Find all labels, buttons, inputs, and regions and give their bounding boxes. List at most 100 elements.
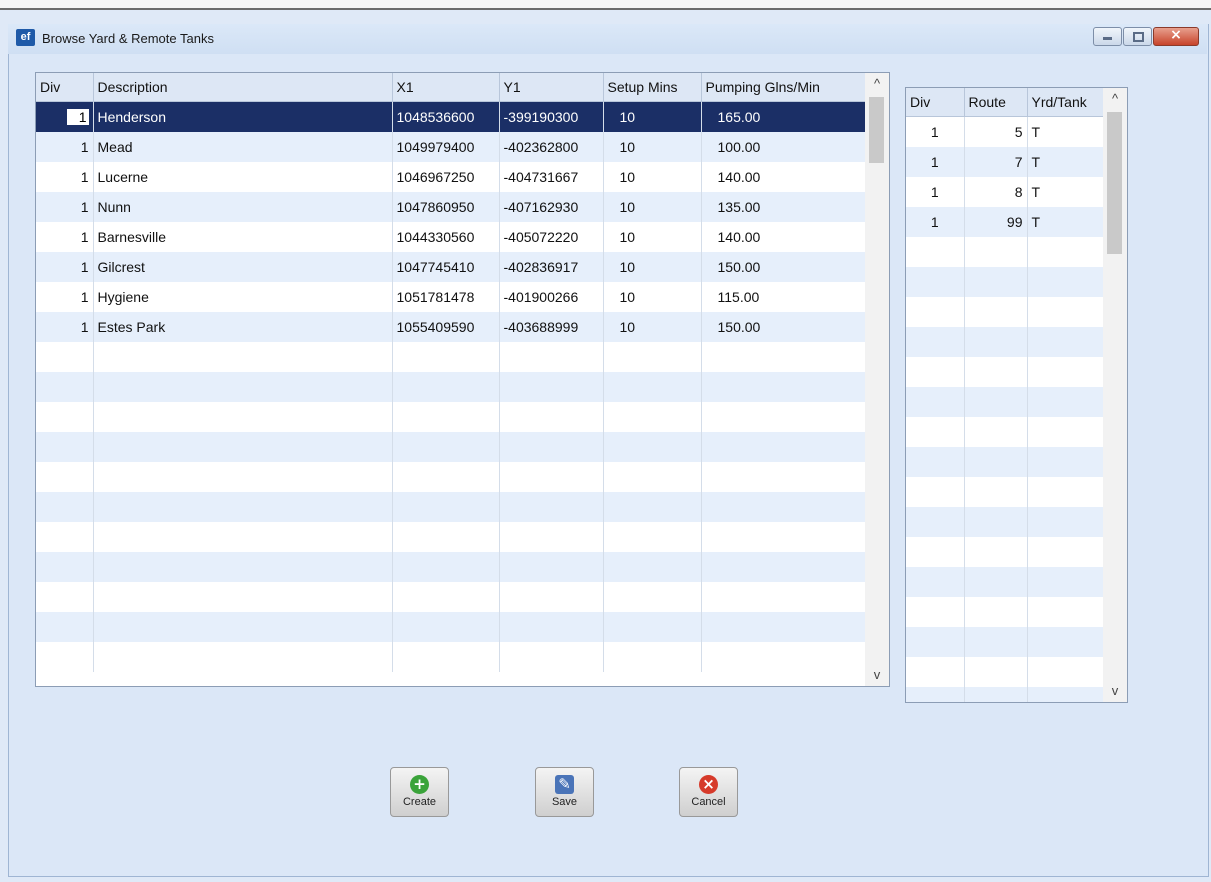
empty-row[interactable] xyxy=(906,237,1104,267)
cell-y1[interactable]: -402362800 xyxy=(499,132,604,162)
cell-pumping[interactable]: 150.00 xyxy=(701,252,866,282)
scroll-thumb[interactable] xyxy=(1107,112,1122,254)
empty-row[interactable] xyxy=(36,342,866,372)
column-header-setup-mins[interactable]: Setup Mins xyxy=(603,73,702,102)
cell-route[interactable]: 5 xyxy=(964,116,1028,147)
main-grid-scrollbar[interactable]: ^ v xyxy=(865,73,889,686)
cell-setup-mins[interactable]: 10 xyxy=(603,282,702,312)
empty-row[interactable] xyxy=(906,687,1104,702)
empty-row[interactable] xyxy=(36,372,866,402)
cell-pumping[interactable]: 135.00 xyxy=(701,192,866,222)
scroll-down-icon[interactable]: v xyxy=(1103,680,1127,702)
cell-yrd-tank[interactable]: T xyxy=(1027,147,1104,177)
table-row[interactable]: 1 Mead 1049979400 -402362800 10 100.00 xyxy=(36,132,866,162)
cell-description[interactable]: Estes Park xyxy=(93,312,393,342)
cell-pumping[interactable]: 150.00 xyxy=(701,312,866,342)
cell-setup-mins[interactable]: 10 xyxy=(603,192,702,222)
cell-pumping[interactable]: 115.00 xyxy=(701,282,866,312)
cell-div[interactable]: 1 xyxy=(36,132,94,162)
cell-setup-mins[interactable]: 10 xyxy=(603,312,702,342)
create-button[interactable]: + Create xyxy=(390,767,449,817)
column-header-div[interactable]: Div xyxy=(36,73,94,102)
cell-div[interactable]: 1 xyxy=(36,252,94,282)
cell-y1[interactable]: -404731667 xyxy=(499,162,604,192)
cell-x1[interactable]: 1049979400 xyxy=(392,132,500,162)
cell-x1[interactable]: 1048536600 xyxy=(392,101,500,132)
table-row[interactable]: 1 Estes Park 1055409590 -403688999 10 15… xyxy=(36,312,866,342)
cell-pumping[interactable]: 140.00 xyxy=(701,162,866,192)
cell-y1[interactable]: -399190300 xyxy=(499,101,604,132)
cell-description[interactable]: Barnesville xyxy=(93,222,393,252)
save-button[interactable]: ✎ Save xyxy=(535,767,594,817)
empty-row[interactable] xyxy=(36,402,866,432)
empty-row[interactable] xyxy=(36,462,866,492)
table-row[interactable]: 1 5 T xyxy=(906,116,1104,147)
cell-description[interactable]: Lucerne xyxy=(93,162,393,192)
cell-setup-mins[interactable]: 10 xyxy=(603,252,702,282)
cancel-button[interactable]: × Cancel xyxy=(679,767,738,817)
cell-x1[interactable]: 1047745410 xyxy=(392,252,500,282)
cell-yrd-tank[interactable]: T xyxy=(1027,207,1104,237)
empty-row[interactable] xyxy=(906,327,1104,357)
scroll-thumb[interactable] xyxy=(869,97,884,163)
cell-div[interactable]: 1 xyxy=(36,222,94,252)
empty-row[interactable] xyxy=(906,657,1104,687)
yard-tanks-grid[interactable]: Div Description X1 Y1 Setup Mins Pumping… xyxy=(35,72,890,687)
cell-y1[interactable]: -402836917 xyxy=(499,252,604,282)
column-header-route[interactable]: Route xyxy=(964,88,1028,117)
cell-route[interactable]: 7 xyxy=(964,147,1028,177)
cell-y1[interactable]: -401900266 xyxy=(499,282,604,312)
cell-div[interactable]: 1 xyxy=(906,207,965,237)
empty-row[interactable] xyxy=(906,297,1104,327)
cell-pumping[interactable]: 140.00 xyxy=(701,222,866,252)
empty-row[interactable] xyxy=(906,357,1104,387)
cell-div[interactable]: 1 xyxy=(906,147,965,177)
cell-y1[interactable]: -403688999 xyxy=(499,312,604,342)
empty-row[interactable] xyxy=(36,642,866,672)
cell-div[interactable]: 1 xyxy=(36,282,94,312)
empty-row[interactable] xyxy=(906,537,1104,567)
scroll-up-icon[interactable]: ^ xyxy=(1103,88,1127,110)
cell-setup-mins[interactable]: 10 xyxy=(603,162,702,192)
cell-description[interactable]: Nunn xyxy=(93,192,393,222)
column-header-description[interactable]: Description xyxy=(93,73,393,102)
column-header-pumping[interactable]: Pumping Glns/Min xyxy=(701,73,866,102)
cell-description[interactable]: Henderson xyxy=(93,101,393,132)
cell-div-edit[interactable]: 1 xyxy=(66,109,89,125)
table-row[interactable]: 1 99 T xyxy=(906,207,1104,237)
table-row[interactable]: 1 Hygiene 1051781478 -401900266 10 115.0… xyxy=(36,282,866,312)
empty-row[interactable] xyxy=(906,477,1104,507)
cell-yrd-tank[interactable]: T xyxy=(1027,177,1104,207)
maximize-button[interactable] xyxy=(1123,27,1152,46)
close-button[interactable]: × xyxy=(1153,27,1199,46)
empty-row[interactable] xyxy=(906,267,1104,297)
cell-div[interactable]: 1 xyxy=(36,192,94,222)
table-row-selected[interactable]: 1 Henderson 1048536600 -399190300 10 165… xyxy=(36,101,866,132)
table-row[interactable]: 1 Gilcrest 1047745410 -402836917 10 150.… xyxy=(36,252,866,282)
cell-route[interactable]: 8 xyxy=(964,177,1028,207)
cell-div[interactable]: 1 xyxy=(36,162,94,192)
cell-x1[interactable]: 1046967250 xyxy=(392,162,500,192)
empty-row[interactable] xyxy=(906,597,1104,627)
cell-description[interactable]: Mead xyxy=(93,132,393,162)
empty-row[interactable] xyxy=(36,522,866,552)
column-header-x1[interactable]: X1 xyxy=(392,73,500,102)
empty-row[interactable] xyxy=(906,417,1104,447)
empty-row[interactable] xyxy=(36,582,866,612)
minimize-button[interactable] xyxy=(1093,27,1122,46)
cell-y1[interactable]: -407162930 xyxy=(499,192,604,222)
cell-div[interactable]: 1 xyxy=(36,312,94,342)
scroll-up-icon[interactable]: ^ xyxy=(865,73,889,95)
column-header-y1[interactable]: Y1 xyxy=(499,73,604,102)
empty-row[interactable] xyxy=(36,612,866,642)
cell-pumping[interactable]: 100.00 xyxy=(701,132,866,162)
cell-description[interactable]: Gilcrest xyxy=(93,252,393,282)
cell-yrd-tank[interactable]: T xyxy=(1027,116,1104,147)
cell-x1[interactable]: 1047860950 xyxy=(392,192,500,222)
cell-div[interactable]: 1 xyxy=(906,177,965,207)
cell-x1[interactable]: 1051781478 xyxy=(392,282,500,312)
empty-row[interactable] xyxy=(36,432,866,462)
cell-description[interactable]: Hygiene xyxy=(93,282,393,312)
column-header-yrd-tank[interactable]: Yrd/Tank xyxy=(1027,88,1104,117)
table-row[interactable]: 1 Nunn 1047860950 -407162930 10 135.00 xyxy=(36,192,866,222)
